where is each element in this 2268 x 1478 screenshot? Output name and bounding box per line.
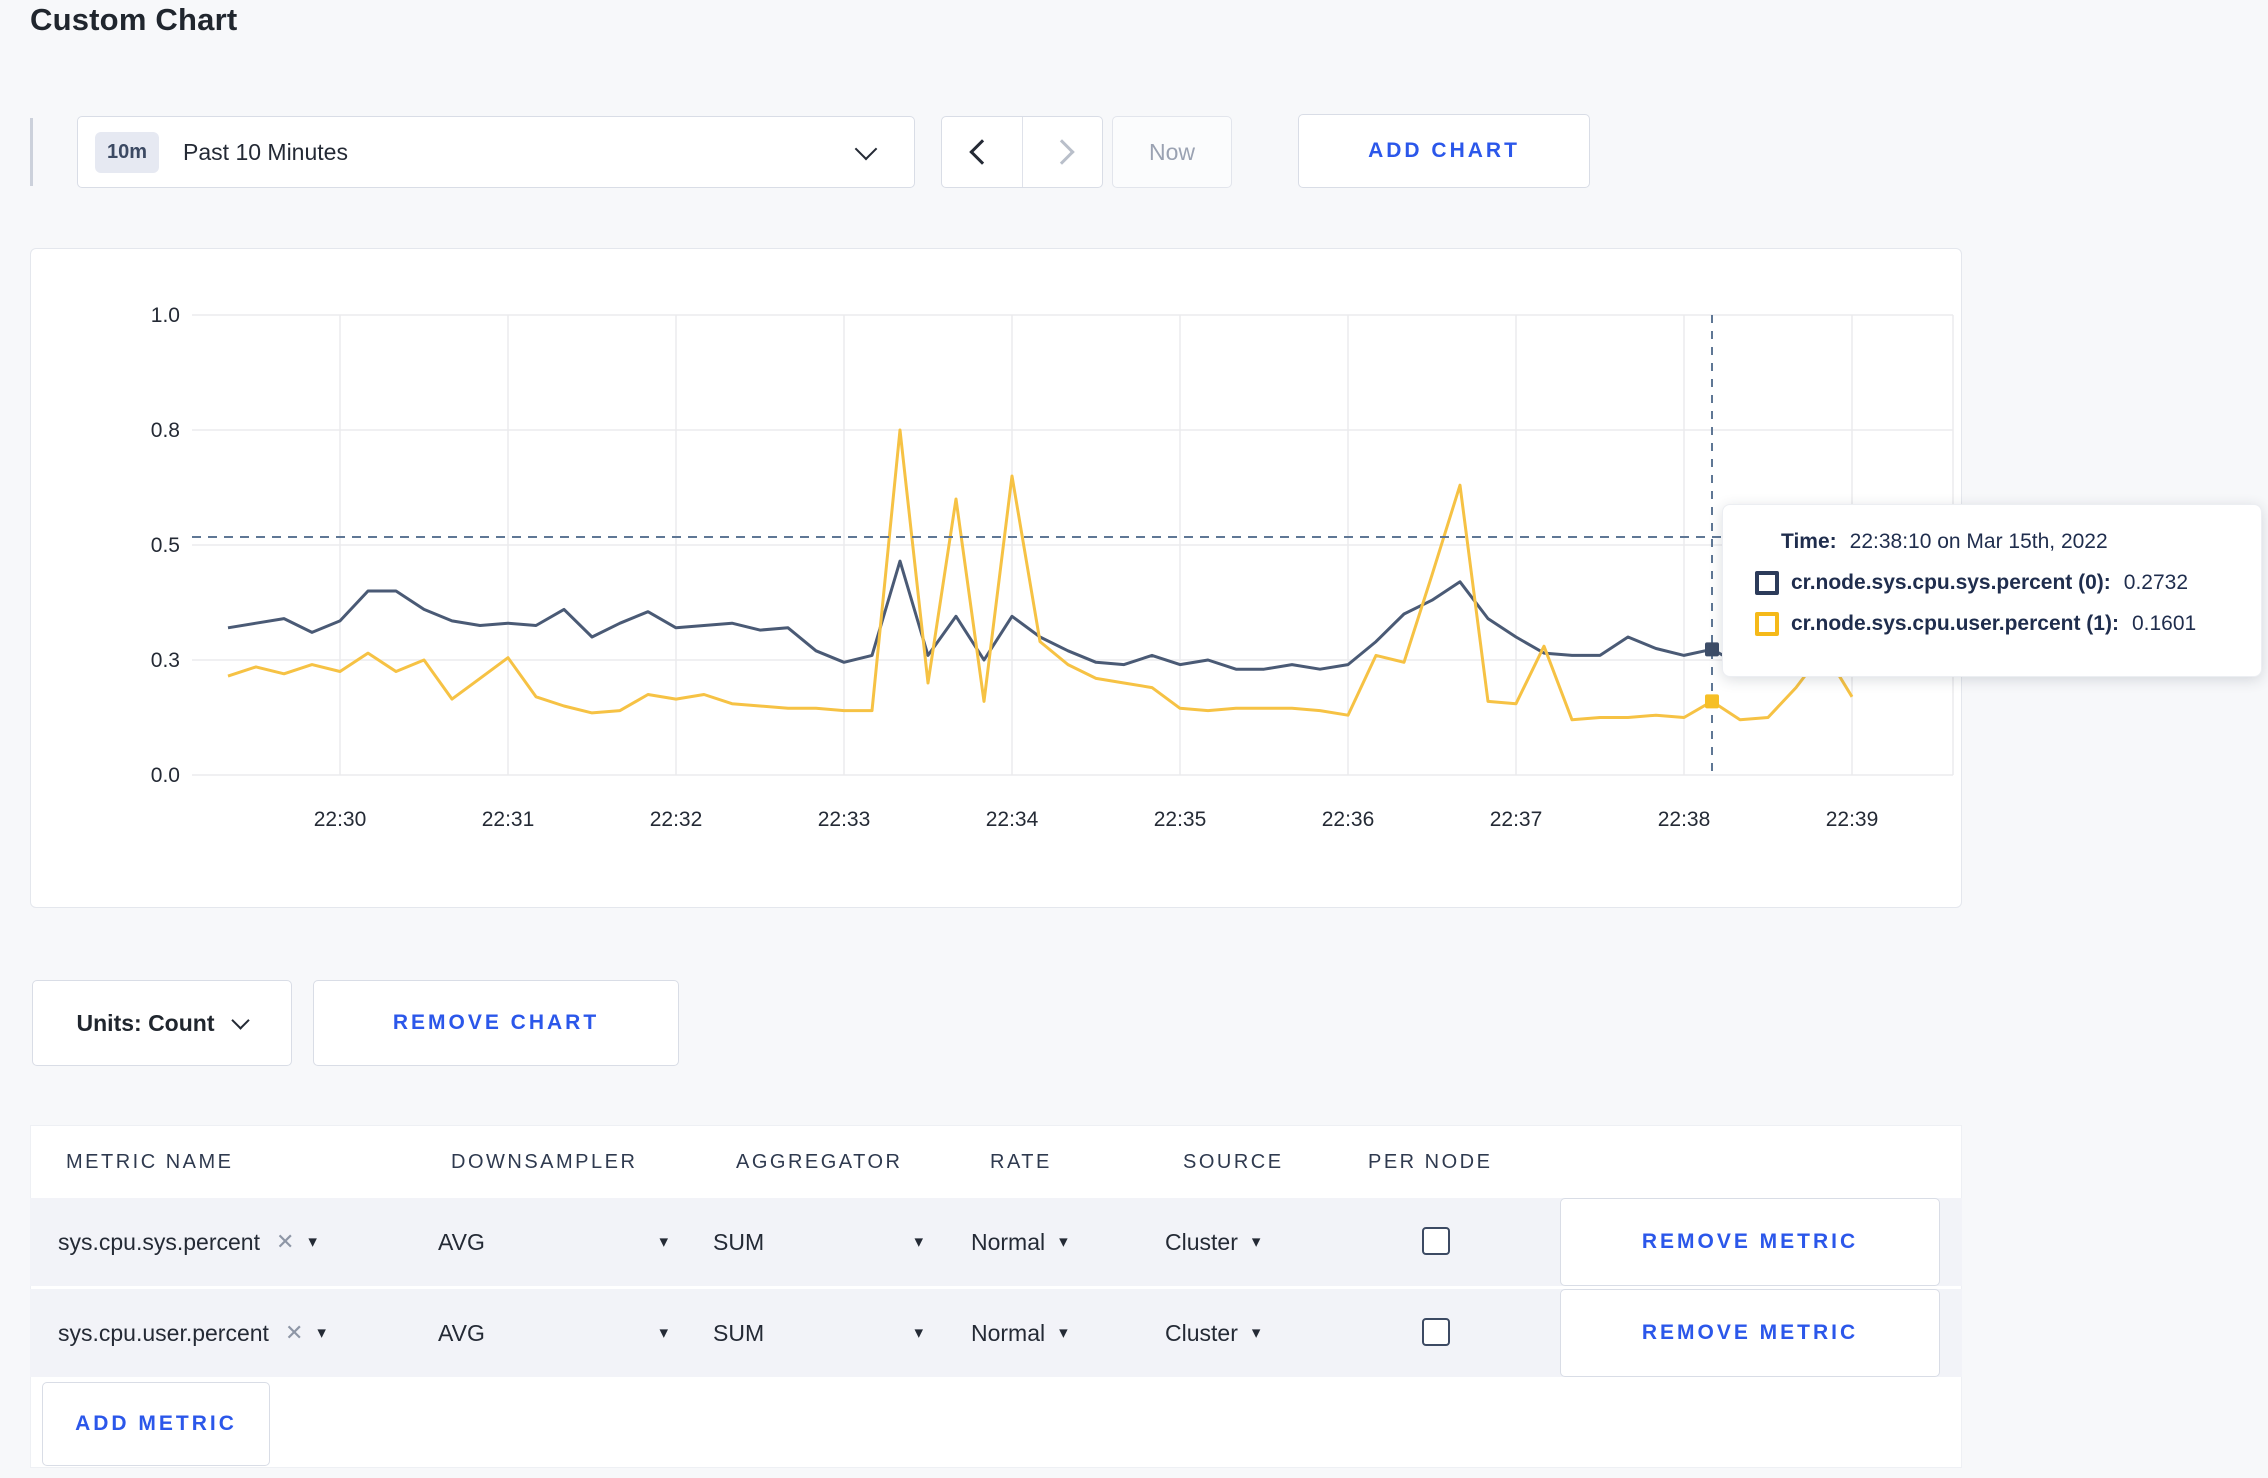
header-aggregator: AGGREGATOR bbox=[736, 1151, 903, 1173]
remove-metric-button[interactable]: REMOVE METRIC bbox=[1560, 1198, 1940, 1286]
downsampler-value: AVG bbox=[438, 1228, 485, 1255]
rate-value: Normal bbox=[971, 1228, 1046, 1255]
hover-point bbox=[1705, 694, 1719, 709]
page-title: Custom Chart bbox=[30, 2, 238, 37]
header-metric-name: METRIC NAME bbox=[66, 1151, 234, 1173]
aggregator-value: SUM bbox=[713, 1319, 765, 1346]
units-label: Units: Count bbox=[76, 1009, 215, 1036]
chevron-left-icon bbox=[969, 139, 995, 165]
caret-down-icon: ▾ bbox=[914, 1232, 923, 1251]
x-axis-tick: 22:31 bbox=[482, 808, 535, 831]
y-axis-tick: 0.3 bbox=[151, 649, 180, 672]
add-metric-button[interactable]: ADD METRIC bbox=[42, 1382, 270, 1466]
time-range-select[interactable]: 10m Past 10 Minutes bbox=[77, 116, 915, 188]
time-back-button[interactable] bbox=[942, 117, 1023, 187]
aggregator-value: SUM bbox=[713, 1228, 765, 1255]
tooltip-time-row: Time: 22:38:10 on Mar 15th, 2022 bbox=[1755, 530, 2261, 554]
time-pager bbox=[941, 116, 1103, 188]
series-line-user bbox=[227, 428, 1854, 722]
x-axis-tick: 22:32 bbox=[650, 808, 703, 831]
caret-down-icon: ▾ bbox=[659, 1232, 668, 1251]
y-axis-tick: 0.0 bbox=[151, 764, 180, 787]
remove-metric-button[interactable]: REMOVE METRIC bbox=[1560, 1289, 1940, 1377]
tooltip-series-row: cr.node.sys.cpu.user.percent (1): 0.1601 bbox=[1755, 612, 2261, 636]
time-forward-button[interactable] bbox=[1023, 117, 1103, 187]
chart-tooltip: Time: 22:38:10 on Mar 15th, 2022 cr.node… bbox=[1722, 504, 2262, 677]
units-select[interactable]: Units: Count bbox=[32, 980, 292, 1066]
caret-down-icon: ▾ bbox=[1059, 1232, 1068, 1251]
source-value: Cluster bbox=[1165, 1319, 1238, 1346]
metric-name-select[interactable]: sys.cpu.sys.percent ✕ ▾ bbox=[58, 1198, 317, 1286]
rate-value: Normal bbox=[971, 1319, 1046, 1346]
tooltip-series-label: cr.node.sys.cpu.sys.percent (0): bbox=[1791, 571, 2111, 594]
tooltip-series-value: 0.2732 bbox=[2123, 571, 2189, 594]
source-select[interactable]: Cluster ▾ bbox=[1165, 1289, 1260, 1377]
header-source: SOURCE bbox=[1183, 1151, 1284, 1173]
downsampler-value: AVG bbox=[438, 1319, 485, 1346]
rate-select[interactable]: Normal ▾ bbox=[971, 1289, 1068, 1377]
clear-metric-icon[interactable]: ✕ bbox=[285, 1320, 303, 1346]
x-axis-tick: 22:30 bbox=[314, 808, 367, 831]
caret-down-icon: ▾ bbox=[1251, 1323, 1261, 1342]
caret-down-icon: ▾ bbox=[1251, 1232, 1261, 1251]
caret-down-icon: ▾ bbox=[1059, 1323, 1068, 1342]
caret-down-icon: ▾ bbox=[659, 1323, 668, 1342]
chevron-right-icon bbox=[1049, 139, 1075, 165]
sys-series-legend-icon bbox=[1755, 571, 1779, 595]
x-axis-tick: 22:39 bbox=[1826, 808, 1879, 831]
chevron-down-icon bbox=[231, 1010, 251, 1030]
now-button[interactable]: Now bbox=[1112, 116, 1232, 188]
x-axis-tick: 22:35 bbox=[1154, 808, 1207, 831]
time-range-badge: 10m bbox=[95, 131, 160, 173]
caret-down-icon: ▾ bbox=[914, 1323, 923, 1342]
header-rate: RATE bbox=[990, 1151, 1052, 1173]
series-line-sys bbox=[227, 559, 1853, 671]
x-axis-tick: 22:33 bbox=[818, 808, 871, 831]
per-node-checkbox[interactable] bbox=[1422, 1318, 1450, 1346]
downsampler-select[interactable]: AVG ▾ bbox=[438, 1289, 668, 1377]
tooltip-time-label: Time: bbox=[1781, 530, 1837, 553]
y-axis-tick: 0.8 bbox=[151, 419, 180, 442]
clear-metric-icon[interactable]: ✕ bbox=[276, 1229, 294, 1255]
x-axis-tick: 22:36 bbox=[1322, 808, 1375, 831]
user-series-legend-icon bbox=[1755, 612, 1779, 636]
y-axis-tick: 1.0 bbox=[151, 304, 180, 327]
chevron-down-icon bbox=[854, 137, 878, 161]
remove-chart-button[interactable]: REMOVE CHART bbox=[313, 980, 679, 1066]
add-chart-button[interactable]: ADD CHART bbox=[1298, 114, 1590, 188]
aggregator-select[interactable]: SUM ▾ bbox=[713, 1289, 923, 1377]
rate-select[interactable]: Normal ▾ bbox=[971, 1198, 1068, 1286]
x-axis-tick: 22:34 bbox=[986, 808, 1039, 831]
tooltip-time-value: 22:38:10 on Mar 15th, 2022 bbox=[1849, 530, 2108, 553]
downsampler-select[interactable]: AVG ▾ bbox=[438, 1198, 668, 1286]
time-range-label: Past 10 Minutes bbox=[183, 138, 348, 165]
source-value: Cluster bbox=[1165, 1228, 1238, 1255]
caret-down-icon: ▾ bbox=[317, 1323, 326, 1342]
header-downsampler: DOWNSAMPLER bbox=[451, 1151, 638, 1173]
metric-name-label: sys.cpu.sys.percent bbox=[58, 1228, 260, 1255]
x-axis-tick: 22:37 bbox=[1490, 808, 1543, 831]
header-per-node: PER NODE bbox=[1368, 1151, 1493, 1173]
tooltip-series-row: cr.node.sys.cpu.sys.percent (0): 0.2732 bbox=[1755, 571, 2261, 595]
timeseries-chart[interactable]: 1.0 0.8 0.5 0.3 0.0 22:30 22:31 22:32 22:33 22:34… bbox=[30, 248, 1962, 908]
metric-name-select[interactable]: sys.cpu.user.percent ✕ ▾ bbox=[58, 1289, 326, 1377]
tooltip-series-value: 0.1601 bbox=[2131, 612, 2197, 635]
source-select[interactable]: Cluster ▾ bbox=[1165, 1198, 1260, 1286]
per-node-checkbox[interactable] bbox=[1422, 1227, 1450, 1255]
metric-name-label: sys.cpu.user.percent bbox=[58, 1319, 269, 1346]
tooltip-series-label: cr.node.sys.cpu.user.percent (1): bbox=[1791, 612, 2119, 635]
x-axis-tick: 22:38 bbox=[1658, 808, 1711, 831]
caret-down-icon: ▾ bbox=[308, 1232, 317, 1251]
toolbar-divider bbox=[30, 118, 33, 186]
hover-point bbox=[1705, 642, 1719, 657]
y-axis-tick: 0.5 bbox=[151, 534, 180, 557]
aggregator-select[interactable]: SUM ▾ bbox=[713, 1198, 923, 1286]
